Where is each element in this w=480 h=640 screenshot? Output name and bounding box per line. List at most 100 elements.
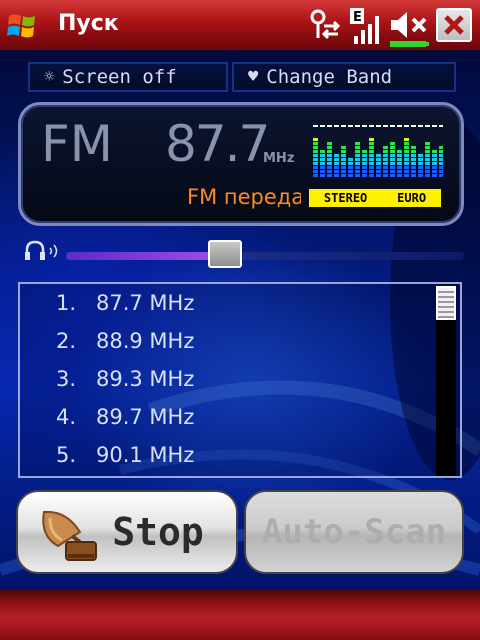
equalizer-peak [397,125,402,127]
equalizer-segment [369,150,374,153]
equalizer-segment [376,166,381,169]
equalizer-segment [355,166,360,169]
equalizer-segment [432,166,437,169]
equalizer-segment [355,162,360,165]
equalizer-segment [390,154,395,157]
equalizer-segment [362,166,367,169]
station-number: 4. [55,405,76,429]
equalizer-segment [355,158,360,161]
station-list-item[interactable]: 3. 89.3 MHz [20,360,430,398]
equalizer-segment [313,142,318,145]
equalizer-segment [397,150,402,153]
equalizer-segment [355,150,360,153]
equalizer-segment [327,174,332,177]
equalizer-segment [411,150,416,153]
equalizer-segment [411,146,416,149]
equalizer-peak [334,125,339,127]
volume-muted-icon[interactable] [388,8,432,48]
title-bar: Пуск E [0,0,480,50]
headphones-icon [25,240,58,260]
equalizer-segment [313,150,318,153]
equalizer-segment [362,162,367,165]
equalizer-peak [327,125,332,127]
station-list-item[interactable]: 1. 87.7 MHz [20,284,430,322]
equalizer-segment [432,158,437,161]
equalizer-segment [418,170,423,173]
station-list-scrollbar[interactable] [436,286,456,476]
equalizer-segment [313,146,318,149]
battery-icon [390,41,429,47]
equalizer-segment [376,162,381,165]
equalizer-segment [432,150,437,153]
close-button[interactable] [436,8,472,42]
auto-scan-button[interactable]: Auto-Scan [244,490,464,574]
equalizer-segment [404,170,409,173]
station-number: 2. [55,329,76,353]
softkey-bar [0,590,480,640]
equalizer-segment [376,154,381,157]
equalizer-segment [341,170,346,173]
equalizer-segment [411,154,416,157]
equalizer-peak [355,125,360,127]
equalizer-segment [376,158,381,161]
equalizer-segment [383,166,388,169]
equalizer-segment [355,174,360,177]
equalizer-segment [348,170,353,173]
equalizer-segment [369,146,374,149]
station-frequency: 90.1 MHz [96,443,195,467]
equalizer-peak [418,125,423,127]
stop-label: Stop [112,510,204,554]
station-list[interactable]: 1. 87.7 MHz 2. 88.9 MHz 3. 89.3 MHz 4. 89.7 MHz… [18,282,462,478]
equalizer-meter [313,125,443,177]
equalizer-peak [411,125,416,127]
scrollbar-thumb[interactable] [436,286,456,320]
volume-slider-track[interactable] [66,252,464,260]
station-list-item[interactable]: 4. 89.7 MHz [20,398,430,436]
equalizer-segment [355,146,360,149]
equalizer-segment [313,166,318,169]
equalizer-segment [383,154,388,157]
equalizer-segment [376,170,381,173]
station-frequency: 89.3 MHz [96,367,195,391]
equalizer-segment [362,174,367,177]
stop-button[interactable]: Stop [16,490,238,574]
equalizer-segment [376,174,381,177]
station-list-item[interactable]: 2. 88.9 MHz [20,322,430,360]
equalizer-segment [334,174,339,177]
edge-signal-icon[interactable]: E [348,8,382,46]
equalizer-segment [397,162,402,165]
equalizer-segment [369,166,374,169]
equalizer-segment [411,174,416,177]
equalizer-segment [341,166,346,169]
start-menu-label[interactable]: Пуск [58,11,119,36]
sun-icon: ☼ [44,67,55,87]
equalizer-segment [320,154,325,157]
volume-slider-thumb[interactable] [208,240,242,268]
equalizer-segment [404,138,409,141]
equalizer-segment [425,158,430,161]
equalizer-segment [327,158,332,161]
equalizer-segment [418,174,423,177]
equalizer-segment [327,170,332,173]
equalizer-segment [320,162,325,165]
equalizer-segment [369,170,374,173]
radio-main-panel: ☼ Screen off ♥ Change Band FM 87.7 MHz F… [0,50,480,590]
equalizer-segment [439,170,443,173]
gramophone-icon [42,510,97,561]
auto-scan-label: Auto-Scan [261,512,447,552]
station-list-item[interactable]: 5. 90.1 MHz [20,436,430,474]
screen-off-button[interactable]: ☼ Screen off [28,62,228,92]
equalizer-peak [383,125,388,127]
equalizer-peak [390,125,395,127]
station-frequency: 88.9 MHz [96,329,195,353]
svg-text:E: E [353,10,362,25]
connectivity-icon[interactable] [306,8,342,42]
change-band-label: Change Band [266,66,393,88]
equalizer-segment [439,158,443,161]
equalizer-segment [404,142,409,145]
change-band-button[interactable]: ♥ Change Band [232,62,456,92]
equalizer-segment [425,174,430,177]
windows-logo-icon[interactable] [6,10,38,42]
equalizer-segment [362,170,367,173]
equalizer-segment [404,166,409,169]
